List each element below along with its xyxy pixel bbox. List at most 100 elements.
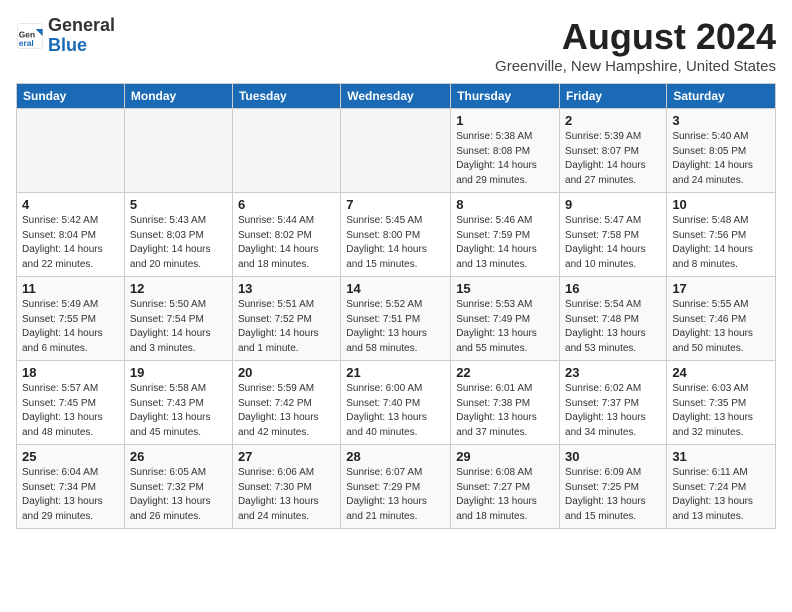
calendar-cell: 27Sunrise: 6:06 AM Sunset: 7:30 PM Dayli… — [232, 445, 340, 529]
cell-info: Sunrise: 5:59 AM Sunset: 7:42 PM Dayligh… — [238, 382, 335, 440]
cell-date: 27 — [238, 449, 335, 464]
calendar-cell: 16 Sunrise: 5:54 AM Sunset: 7:48 PM Dayli… — [560, 277, 667, 361]
calendar-cell — [341, 109, 451, 193]
calendar-cell: 6 Sunrise: 5:44 AM Sunset: 8:02 PM Daylig… — [232, 193, 340, 277]
calendar-cell: 25 Sunrise: 6:04 AM Sunset: 7:34 PM Dayli… — [17, 445, 125, 529]
cell-info: Sunrise: 6:09 AM Sunset: 7:25 PM Dayligh… — [565, 466, 661, 524]
header-tuesday: Tuesday — [232, 84, 340, 109]
cell-info: Sunrise: 5:50 AM Sunset: 7:54 PM Dayligh… — [130, 298, 227, 356]
header-sunday: Sunday — [17, 84, 125, 109]
calendar-cell: 2 Sunrise: 5:39 AM Sunset: 8:07 PM Daylig… — [560, 109, 667, 193]
cell-info: Sunrise: 5:44 AM Sunset: 8:02 PM Dayligh… — [238, 214, 335, 272]
cell-info: Sunrise: 5:51 AM Sunset: 7:52 PM Dayligh… — [238, 298, 335, 356]
cell-date: 13 — [238, 281, 335, 296]
cell-date: 31 — [672, 449, 770, 464]
cell-info: Sunrise: 5:49 AM Sunset: 7:55 PM Dayligh… — [22, 298, 119, 356]
cell-date: 15 — [456, 281, 554, 296]
calendar-cell: 26 Sunrise: 6:05 AM Sunset: 7:32 PM Dayli… — [124, 445, 232, 529]
cell-date: 9 — [565, 197, 661, 212]
cell-info: Sunrise: 5:46 AM Sunset: 7:59 PM Dayligh… — [456, 214, 554, 272]
cell-info: Sunrise: 5:47 AM Sunset: 7:58 PM Dayligh… — [565, 214, 661, 272]
calendar-cell — [17, 109, 125, 193]
logo-icon: Gen eral — [16, 22, 44, 50]
cell-date: 7 — [346, 197, 445, 212]
calendar-cell: 28 Sunrise: 6:07 AM Sunset: 7:29 PM Dayli… — [341, 445, 451, 529]
cell-date: 30 — [565, 449, 661, 464]
cell-info: Sunrise: 5:39 AM Sunset: 8:07 PM Dayligh… — [565, 130, 661, 188]
cell-date: 17 — [672, 281, 770, 296]
cell-date: 18 — [22, 365, 119, 380]
calendar-cell: 11 Sunrise: 5:49 AM Sunset: 7:55 PM Dayli… — [17, 277, 125, 361]
week-row-0: 1Sunrise: 5:38 AM Sunset: 8:08 PM Daylig… — [17, 109, 776, 193]
calendar-cell: 24 Sunrise: 6:03 AM Sunset: 7:35 PM Dayli… — [667, 361, 776, 445]
cell-info: Sunrise: 5:55 AM Sunset: 7:46 PM Dayligh… — [672, 298, 770, 356]
cell-date: 28 — [346, 449, 445, 464]
calendar-cell: 9 Sunrise: 5:47 AM Sunset: 7:58 PM Daylig… — [560, 193, 667, 277]
calendar-cell: 31Sunrise: 6:11 AM Sunset: 7:24 PM Dayli… — [667, 445, 776, 529]
calendar-cell: 10Sunrise: 5:48 AM Sunset: 7:56 PM Dayli… — [667, 193, 776, 277]
cell-info: Sunrise: 6:04 AM Sunset: 7:34 PM Dayligh… — [22, 466, 119, 524]
calendar-cell: 14Sunrise: 5:52 AM Sunset: 7:51 PM Dayli… — [341, 277, 451, 361]
cell-date: 20 — [238, 365, 335, 380]
calendar-cell: 1Sunrise: 5:38 AM Sunset: 8:08 PM Daylig… — [451, 109, 560, 193]
cell-date: 21 — [346, 365, 445, 380]
cell-info: Sunrise: 6:03 AM Sunset: 7:35 PM Dayligh… — [672, 382, 770, 440]
header-wednesday: Wednesday — [341, 84, 451, 109]
cell-date: 19 — [130, 365, 227, 380]
header-thursday: Thursday — [451, 84, 560, 109]
title-block: August 2024 Greenville, New Hampshire, U… — [495, 16, 776, 75]
calendar-cell — [232, 109, 340, 193]
cell-date: 24 — [672, 365, 770, 380]
calendar-cell: 17 Sunrise: 5:55 AM Sunset: 7:46 PM Dayli… — [667, 277, 776, 361]
calendar-subtitle: Greenville, New Hampshire, United States — [495, 58, 776, 75]
cell-date: 6 — [238, 197, 335, 212]
header-row: SundayMondayTuesdayWednesdayThursdayFrid… — [17, 84, 776, 109]
cell-info: Sunrise: 5:54 AM Sunset: 7:48 PM Dayligh… — [565, 298, 661, 356]
calendar-table: SundayMondayTuesdayWednesdayThursdayFrid… — [16, 83, 776, 529]
cell-info: Sunrise: 5:43 AM Sunset: 8:03 PM Dayligh… — [130, 214, 227, 272]
calendar-cell: 3 Sunrise: 5:40 AM Sunset: 8:05 PM Daylig… — [667, 109, 776, 193]
cell-info: Sunrise: 5:53 AM Sunset: 7:49 PM Dayligh… — [456, 298, 554, 356]
week-row-3: 18 Sunrise: 5:57 AM Sunset: 7:45 PM Dayli… — [17, 361, 776, 445]
cell-date: 2 — [565, 113, 661, 128]
cell-date: 23 — [565, 365, 661, 380]
cell-info: Sunrise: 6:05 AM Sunset: 7:32 PM Dayligh… — [130, 466, 227, 524]
cell-date: 12 — [130, 281, 227, 296]
cell-date: 26 — [130, 449, 227, 464]
week-row-1: 4 Sunrise: 5:42 AM Sunset: 8:04 PM Daylig… — [17, 193, 776, 277]
calendar-cell — [124, 109, 232, 193]
cell-date: 29 — [456, 449, 554, 464]
week-row-2: 11 Sunrise: 5:49 AM Sunset: 7:55 PM Dayli… — [17, 277, 776, 361]
page-header: Gen eral General Blue August 2024 Greenv… — [16, 16, 776, 75]
calendar-cell: 15 Sunrise: 5:53 AM Sunset: 7:49 PM Dayli… — [451, 277, 560, 361]
cell-info: Sunrise: 5:48 AM Sunset: 7:56 PM Dayligh… — [672, 214, 770, 272]
cell-date: 8 — [456, 197, 554, 212]
cell-info: Sunrise: 6:00 AM Sunset: 7:40 PM Dayligh… — [346, 382, 445, 440]
logo-general: General — [48, 16, 115, 36]
cell-info: Sunrise: 5:45 AM Sunset: 8:00 PM Dayligh… — [346, 214, 445, 272]
calendar-cell: 8 Sunrise: 5:46 AM Sunset: 7:59 PM Daylig… — [451, 193, 560, 277]
cell-info: Sunrise: 5:42 AM Sunset: 8:04 PM Dayligh… — [22, 214, 119, 272]
cell-info: Sunrise: 6:01 AM Sunset: 7:38 PM Dayligh… — [456, 382, 554, 440]
cell-info: Sunrise: 5:40 AM Sunset: 8:05 PM Dayligh… — [672, 130, 770, 188]
cell-date: 11 — [22, 281, 119, 296]
cell-date: 16 — [565, 281, 661, 296]
calendar-cell: 18 Sunrise: 5:57 AM Sunset: 7:45 PM Dayli… — [17, 361, 125, 445]
calendar-cell: 13 Sunrise: 5:51 AM Sunset: 7:52 PM Dayli… — [232, 277, 340, 361]
calendar-cell: 12 Sunrise: 5:50 AM Sunset: 7:54 PM Dayli… — [124, 277, 232, 361]
calendar-title: August 2024 — [495, 16, 776, 58]
cell-date: 14 — [346, 281, 445, 296]
calendar-cell: 4 Sunrise: 5:42 AM Sunset: 8:04 PM Daylig… — [17, 193, 125, 277]
cell-date: 4 — [22, 197, 119, 212]
cell-date: 25 — [22, 449, 119, 464]
cell-info: Sunrise: 6:08 AM Sunset: 7:27 PM Dayligh… — [456, 466, 554, 524]
calendar-cell: 20 Sunrise: 5:59 AM Sunset: 7:42 PM Dayli… — [232, 361, 340, 445]
calendar-cell: 21 Sunrise: 6:00 AM Sunset: 7:40 PM Dayli… — [341, 361, 451, 445]
cell-info: Sunrise: 6:07 AM Sunset: 7:29 PM Dayligh… — [346, 466, 445, 524]
cell-info: Sunrise: 5:57 AM Sunset: 7:45 PM Dayligh… — [22, 382, 119, 440]
cell-info: Sunrise: 6:02 AM Sunset: 7:37 PM Dayligh… — [565, 382, 661, 440]
calendar-cell: 7 Sunrise: 5:45 AM Sunset: 8:00 PM Daylig… — [341, 193, 451, 277]
cell-date: 3 — [672, 113, 770, 128]
cell-date: 5 — [130, 197, 227, 212]
calendar-cell: 19Sunrise: 5:58 AM Sunset: 7:43 PM Dayli… — [124, 361, 232, 445]
